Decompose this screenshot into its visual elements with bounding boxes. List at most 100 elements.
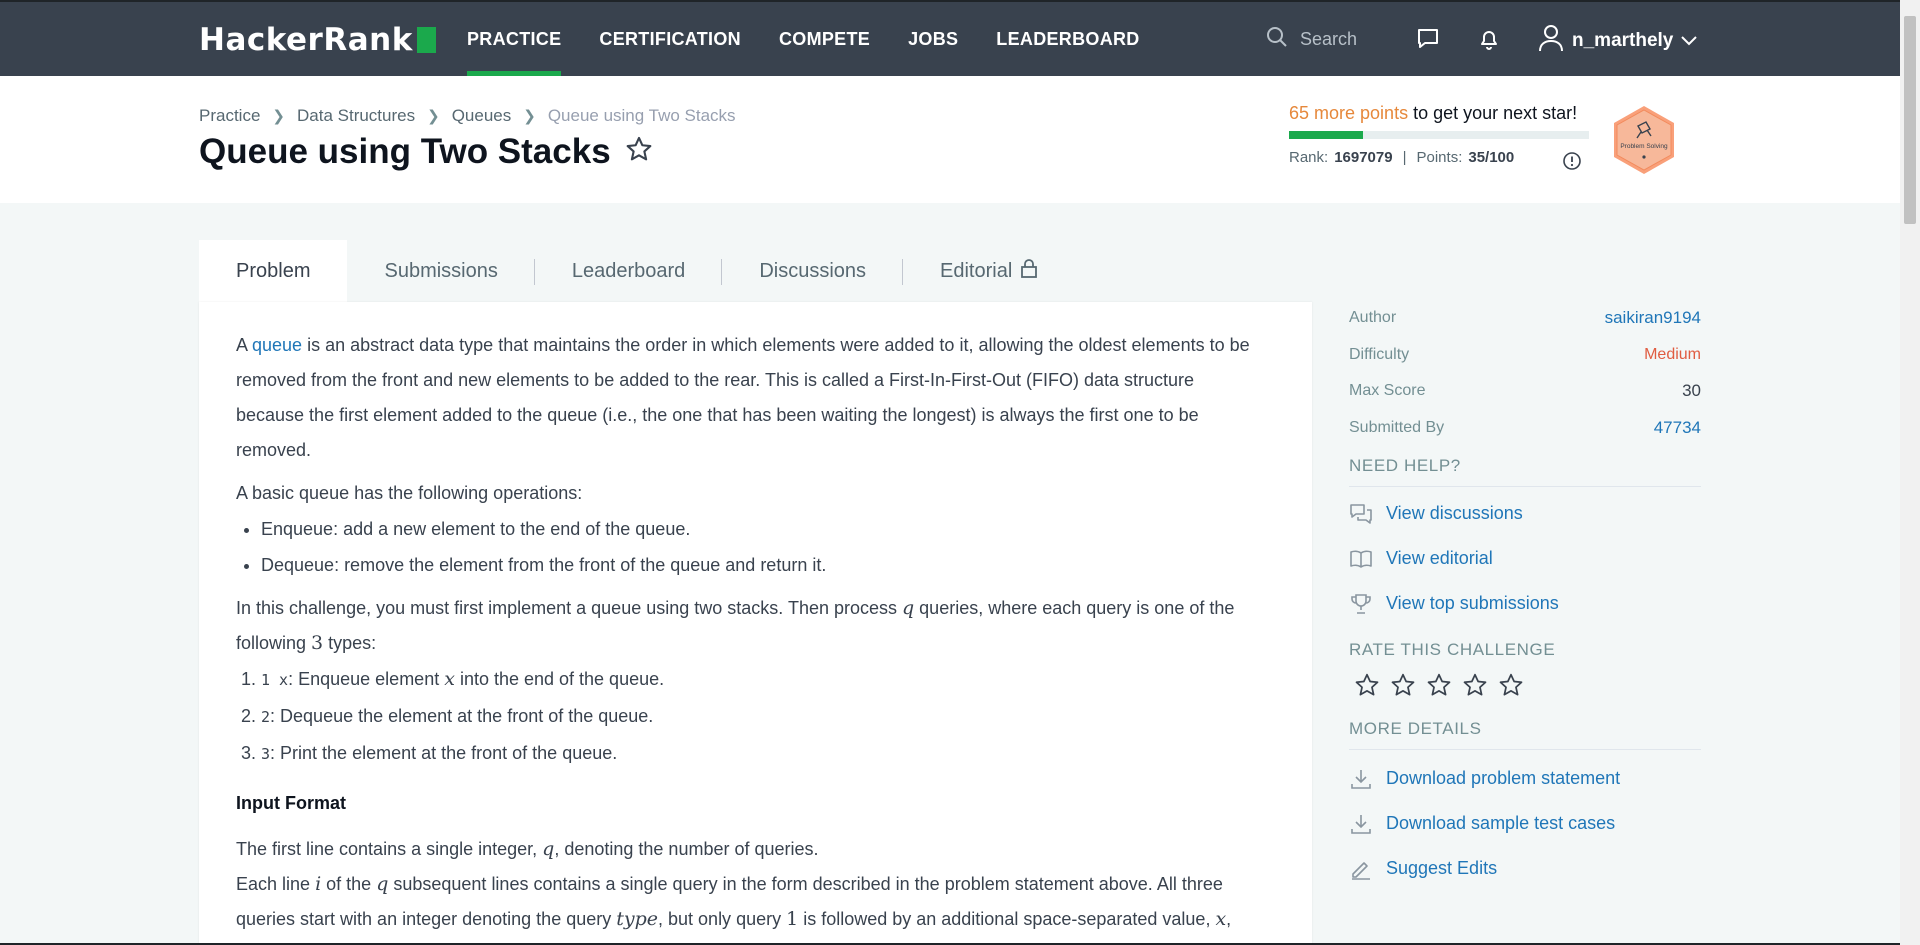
problem-statement-card: A queue is an abstract data type that ma… — [199, 302, 1312, 945]
download-statement-link[interactable]: Download problem statement — [1349, 756, 1701, 801]
tab-problem[interactable]: Problem — [199, 240, 348, 302]
text: : Print the element at the front of the … — [270, 743, 618, 763]
text: of the — [321, 874, 377, 894]
nav-leaderboard[interactable]: LEADERBOARD — [977, 2, 1158, 76]
help-label: View discussions — [1386, 503, 1523, 523]
code: 3 — [261, 745, 271, 763]
divider: | — [1402, 149, 1407, 166]
download-icon — [1349, 768, 1373, 790]
math-num: 1 — [786, 908, 799, 930]
text: , but only query — [658, 909, 787, 929]
nav-compete[interactable]: COMPETE — [760, 2, 889, 76]
search-icon[interactable] — [1266, 26, 1288, 53]
breadcrumb-data-structures[interactable]: Data Structures — [297, 106, 415, 126]
rank-points: Rank: 1697079 | Points: 35/100 — [1289, 149, 1589, 166]
difficulty-value: Medium — [1644, 345, 1701, 363]
points-progress-fill — [1289, 131, 1363, 139]
author-link[interactable]: saikiran9194 — [1605, 308, 1701, 328]
text: into the end of the queue. — [454, 669, 665, 689]
rate-star-1-icon[interactable] — [1354, 672, 1380, 703]
tab-discussions[interactable]: Discussions — [722, 240, 904, 302]
breadcrumb-practice[interactable]: Practice — [199, 106, 260, 126]
detail-label: Suggest Edits — [1386, 858, 1498, 878]
max-score-value: 30 — [1682, 381, 1701, 401]
rating-stars — [1354, 672, 1701, 703]
math-num: 3 — [311, 632, 324, 654]
messages-icon[interactable] — [1416, 27, 1440, 56]
challenge-paragraph: In this challenge, you must first implem… — [236, 591, 1266, 661]
tab-submissions[interactable]: Submissions — [347, 240, 535, 302]
next-star-text: 65 more points to get your next star! — [1289, 103, 1589, 124]
detail-label: Download problem statement — [1386, 768, 1621, 788]
challenge-tabs: Problem Submissions Leaderboard Discussi… — [199, 240, 1075, 302]
chevron-right-icon: ❯ — [427, 108, 440, 125]
math-var: type — [616, 908, 659, 930]
chevron-right-icon: ❯ — [523, 108, 536, 125]
rate-star-2-icon[interactable] — [1390, 672, 1416, 703]
user-avatar-icon — [1538, 24, 1564, 58]
operations-intro: A basic queue has the following operatio… — [236, 483, 583, 503]
input-format-heading: Input Format — [236, 793, 346, 813]
nav-practice[interactable]: PRACTICE — [467, 2, 580, 76]
text: types: — [323, 633, 377, 653]
math-var: q — [542, 838, 555, 860]
meta-label: Difficulty — [1349, 345, 1410, 363]
user-menu[interactable]: n_marthely — [1538, 24, 1698, 58]
points-progress-bar — [1289, 131, 1589, 139]
page-title-row: Queue using Two Stacks — [199, 132, 653, 172]
info-icon[interactable] — [1562, 151, 1582, 176]
list-item: Dequeue: remove the element from the fro… — [261, 547, 1266, 583]
problem-solving-badge[interactable]: Problem Solving — [1610, 104, 1678, 181]
chevron-down-icon — [1681, 30, 1698, 52]
discussions-icon — [1349, 503, 1373, 525]
suggest-edits-link[interactable]: Suggest Edits — [1349, 846, 1701, 891]
more-points: 65 more points — [1289, 103, 1409, 123]
intro-paragraph: A queue is an abstract data type that ma… — [236, 328, 1266, 468]
hackerrank-logo[interactable]: HackerRank — [199, 22, 436, 58]
points-progress: 65 more points to get your next star! Ra… — [1289, 103, 1589, 166]
submitted-by-link[interactable]: 47734 — [1654, 418, 1701, 438]
tab-label: Discussions — [759, 259, 867, 282]
meta-label: Author — [1349, 309, 1397, 327]
rate-heading: RATE THIS CHALLENGE — [1349, 640, 1556, 659]
text: A — [236, 335, 253, 355]
rate-star-3-icon[interactable] — [1426, 672, 1452, 703]
code: 1 x — [261, 671, 289, 689]
points-value: 35/100 — [1468, 149, 1515, 166]
list-item: 1 x: Enqueue element x into the end of t… — [261, 661, 1266, 698]
text: is followed by an additional space-separ… — [798, 909, 1216, 929]
nav-certification[interactable]: CERTIFICATION — [580, 2, 760, 76]
nav-jobs[interactable]: JOBS — [889, 2, 977, 76]
tab-editorial[interactable]: Editorial — [903, 240, 1075, 302]
view-discussions-link[interactable]: View discussions — [1349, 491, 1701, 536]
logo-square-icon — [416, 27, 436, 53]
list-item: 2: Dequeue the element at the front of t… — [261, 698, 1266, 735]
problem-body: A queue is an abstract data type that ma… — [236, 328, 1266, 945]
text: : Enqueue element — [288, 669, 445, 689]
main-nav: PRACTICE CERTIFICATION COMPETE JOBS LEAD… — [467, 2, 1159, 76]
breadcrumb: Practice ❯ Data Structures ❯ Queues ❯ Qu… — [199, 106, 736, 126]
chevron-right-icon: ❯ — [272, 108, 285, 125]
queue-link[interactable]: queue — [252, 335, 302, 355]
vertical-scrollbar[interactable] — [1900, 0, 1920, 945]
bookmark-star-icon[interactable] — [625, 132, 653, 172]
view-editorial-link[interactable]: View editorial — [1349, 536, 1701, 581]
detail-label: Download sample test cases — [1386, 813, 1616, 833]
download-test-cases-link[interactable]: Download sample test cases — [1349, 801, 1701, 846]
rate-star-4-icon[interactable] — [1462, 672, 1488, 703]
breadcrumb-current: Queue using Two Stacks — [547, 106, 736, 125]
list-item: 3: Print the element at the front of the… — [261, 735, 1266, 772]
pencil-icon — [1349, 858, 1373, 880]
text: : Dequeue the element at the front of th… — [270, 706, 654, 726]
breadcrumb-queues[interactable]: Queues — [452, 106, 512, 126]
rate-star-5-icon[interactable] — [1498, 672, 1524, 703]
operations-list: Enqueue: add a new element to the end of… — [236, 511, 1266, 583]
tab-leaderboard[interactable]: Leaderboard — [535, 240, 723, 302]
text: is an abstract data type that maintains … — [236, 335, 1250, 460]
next-star-rest: to get your next star! — [1408, 103, 1578, 123]
notifications-bell-icon[interactable] — [1477, 27, 1501, 56]
username: n_marthely — [1572, 30, 1674, 51]
search-input[interactable] — [1298, 28, 1412, 51]
scrollbar-thumb[interactable] — [1904, 16, 1916, 224]
view-top-submissions-link[interactable]: View top submissions — [1349, 581, 1701, 626]
